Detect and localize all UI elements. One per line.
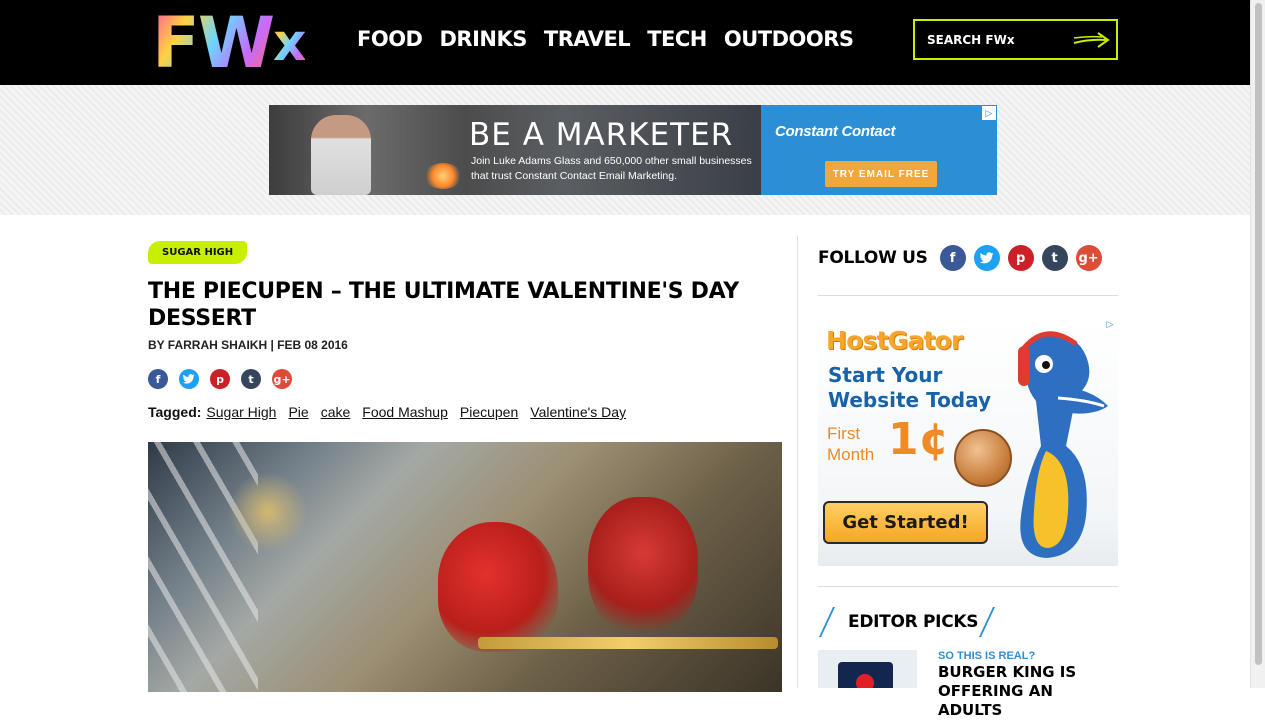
pinterest-icon[interactable]: p [1007,245,1034,271]
fwx-logo[interactable]: FW x [152,6,322,80]
nav-tech[interactable]: TECH [647,27,707,51]
hostgator-logo: HostGator [826,326,963,355]
main-nav: FOOD DRINKS TRAVEL TECH OUTDOORS [357,27,854,51]
adchoices-icon[interactable]: ▷ [1103,317,1117,331]
hero-gold-tray [478,637,778,649]
tag-list: Tagged: Sugar High Pie cake Food Mashup … [148,404,782,420]
editor-picks-title: EDITOR PICKS [848,612,979,632]
hero-lattice [148,442,258,692]
tag-link[interactable]: Pie [288,404,308,420]
tumblr-icon[interactable]: t [1041,245,1068,271]
hostgator-price: 1¢ [888,414,950,465]
follow-us: FOLLOW US f p t g+ [818,245,1118,271]
scrollbar-thumb[interactable] [1255,3,1262,665]
hostgator-headline: Start Your Website Today [828,363,992,412]
share-icons: f p t g+ [148,369,782,389]
search-box [913,19,1118,60]
hostgator-first-month: First Month [827,424,875,464]
tagged-label: Tagged: [148,404,202,420]
google-plus-icon[interactable]: g+ [1075,245,1102,271]
twitter-icon[interactable] [179,369,199,389]
column-divider [797,236,798,688]
sidebar-divider [818,295,1118,296]
editor-pick-title[interactable]: BURGER KING IS OFFERING AN ADULTS [938,663,1118,720]
burger-king-box-icon [838,662,893,688]
gator-mascot-icon [1018,331,1108,558]
sidebar-divider [818,586,1118,587]
ad-brand-panel: Constant Contact TRY EMAIL FREE ▷ [761,105,997,195]
follow-us-label: FOLLOW US [818,248,928,268]
pinterest-icon[interactable]: p [210,369,230,389]
slash-decoration [819,607,835,637]
ad-headline: BE A MARKETER [469,117,734,153]
slash-decoration [979,607,995,637]
ad-photo: BE A MARKETER Join Luke Adams Glass and … [269,105,761,195]
arrow-right-icon[interactable] [1072,30,1112,50]
ad-band: BE A MARKETER Join Luke Adams Glass and … [0,85,1250,215]
ad-subtext: Join Luke Adams Glass and 650,000 other … [471,155,752,182]
nav-travel[interactable]: TRAVEL [544,27,631,51]
facebook-icon[interactable]: f [939,245,966,271]
tumblr-icon[interactable]: t [241,369,261,389]
tag-link[interactable]: Food Mashup [362,404,448,420]
article-title: THE PIECUPEN – THE ULTIMATE VALENTINE'S … [148,279,739,331]
tag-link[interactable]: cake [321,404,351,420]
try-email-free-button[interactable]: TRY EMAIL FREE [825,161,937,187]
editor-picks-header: EDITOR PICKS [818,606,1118,638]
nav-drinks[interactable]: DRINKS [439,27,527,51]
hero-dessert-right [588,497,698,637]
editor-pick-thumbnail[interactable] [818,650,917,688]
article: SUGAR HIGH THE PIECUPEN – THE ULTIMATE V… [148,241,782,692]
search-input[interactable] [925,31,1075,48]
nav-outdoors[interactable]: OUTDOORS [724,27,854,51]
tag-link[interactable]: Sugar High [206,404,276,420]
hero-image [148,442,782,692]
page-scrollbar[interactable] [1250,0,1265,688]
tag-link[interactable]: Valentine's Day [530,404,626,420]
site-header: FW x FOOD DRINKS TRAVEL TECH OUTDOORS [0,0,1250,85]
article-byline: BY FARRAH SHAIKH | FEB 08 2016 [148,338,348,352]
constant-contact-ad[interactable]: BE A MARKETER Join Luke Adams Glass and … [269,105,997,195]
twitter-icon[interactable] [973,245,1000,271]
constant-contact-logo: Constant Contact [775,123,896,140]
editor-pick-kicker[interactable]: SO THIS IS REAL? [938,650,1035,662]
get-started-button[interactable]: Get Started! [823,501,988,544]
adchoices-icon[interactable]: ▷ [982,106,996,120]
facebook-icon[interactable]: f [148,369,168,389]
hero-dessert-left [438,522,558,652]
ad-person-figure [311,115,371,195]
logo-suffix: x [273,13,307,73]
hostgator-ad[interactable]: HostGator Start Your Website Today First… [818,316,1118,566]
logo-text: FW [152,2,275,84]
ad-glass-glow [424,163,462,189]
hero-bokeh [228,472,308,552]
nav-food[interactable]: FOOD [357,27,423,51]
category-badge[interactable]: SUGAR HIGH [148,241,248,264]
tag-link[interactable]: Piecupen [460,404,518,420]
google-plus-icon[interactable]: g+ [272,369,292,389]
